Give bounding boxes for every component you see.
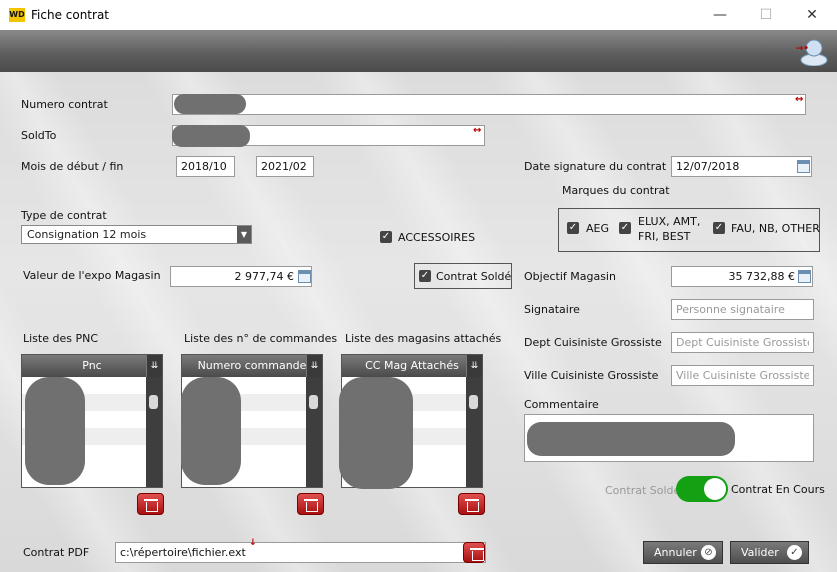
form-area: Numero contrat ↔ SoldTo ↔ Mois de début … <box>0 72 837 572</box>
marque-fau-label: FAU, NB, OTHER <box>731 222 820 235</box>
marque-aeg-label: AEG <box>586 222 609 235</box>
contrat-pdf-input[interactable] <box>115 542 486 563</box>
commandes-list[interactable]: Numero commande ⇊ <box>181 354 323 488</box>
soldto-label: SoldTo <box>21 129 57 142</box>
delete-magasin-button[interactable] <box>458 493 485 515</box>
accessoires-checkbox[interactable]: ✓ <box>380 231 392 243</box>
valeur-expo-label: Valeur de l'expo Magasin <box>23 269 161 282</box>
valeur-expo-input[interactable] <box>170 266 312 287</box>
marques-label: Marques du contrat <box>562 184 670 197</box>
header-banner: →• <box>0 30 837 72</box>
scrollbar[interactable] <box>466 377 482 487</box>
pnc-column-header[interactable]: Pnc <box>22 355 162 377</box>
check-icon: ✓ <box>787 545 802 560</box>
redacted-value <box>174 94 246 114</box>
pdf-folder-button[interactable] <box>463 542 485 563</box>
commandes-list-title: Liste des n° de commandes <box>184 332 338 345</box>
mois-fin-input[interactable] <box>256 156 314 177</box>
type-contrat-label: Type de contrat <box>21 209 107 222</box>
numero-contrat-label: Numero contrat <box>21 98 108 111</box>
redacted-value <box>181 377 241 485</box>
redacted-value <box>172 125 250 147</box>
magasins-list[interactable]: CC Mag Attachés ⇊ <box>339 354 483 489</box>
magasin-column-label: CC Mag Attachés <box>365 359 459 372</box>
chevron-down-icon[interactable]: ▼ <box>237 226 251 243</box>
sort-icon[interactable]: ⇊ <box>466 355 482 377</box>
scroll-thumb[interactable] <box>469 395 478 409</box>
magasin-column-header[interactable]: CC Mag Attachés <box>342 355 482 377</box>
annuler-button[interactable]: Annuler ⊘ <box>643 541 723 564</box>
objectif-input[interactable] <box>671 266 813 287</box>
marque-elux-label-2: FRI, BEST <box>638 230 691 243</box>
signataire-label: Signataire <box>524 303 580 316</box>
close-button[interactable]: ✕ <box>789 0 835 30</box>
drop-arrow-icon: ↓ <box>249 538 257 548</box>
maximize-button[interactable]: ☐ <box>743 0 789 30</box>
pnc-list-title: Liste des PNC <box>23 332 99 345</box>
sort-icon[interactable]: ⇊ <box>146 355 162 377</box>
window-title: Fiche contrat <box>31 8 110 22</box>
type-contrat-select[interactable]: Consignation 12 mois ▼ <box>21 225 252 244</box>
toggle-knob <box>704 478 726 500</box>
dept-input[interactable] <box>671 332 814 353</box>
marque-elux-label-1: ELUX, AMT, <box>638 215 701 228</box>
contrat-solde-label: Contrat Soldé <box>436 270 512 283</box>
ville-input[interactable] <box>671 365 814 386</box>
accessoires-label: ACCESSOIRES <box>398 231 476 244</box>
contrat-pdf-label: Contrat PDF <box>23 546 90 559</box>
magasins-list-title: Liste des magasins attachés <box>345 332 502 345</box>
toggle-off-label: Contrat Soldé <box>605 484 681 497</box>
calculator-icon[interactable] <box>298 270 311 283</box>
date-signature-label: Date signature du contrat <box>524 160 667 173</box>
minimize-button[interactable]: — <box>697 0 743 30</box>
marque-aeg-checkbox[interactable]: ✓ <box>567 222 579 234</box>
pnc-list[interactable]: Pnc ⇊ <box>21 354 163 488</box>
date-signature-input[interactable] <box>671 156 812 177</box>
numero-contrat-input[interactable] <box>172 94 806 115</box>
app-logo-icon: WD <box>9 8 25 22</box>
redacted-value <box>25 377 85 485</box>
cancel-icon: ⊘ <box>701 545 716 560</box>
link-arrow-icon[interactable]: ↔ <box>795 94 803 105</box>
calendar-icon[interactable] <box>797 160 810 173</box>
dept-label: Dept Cuisiniste Grossiste <box>524 336 662 349</box>
objectif-label: Objectif Magasin <box>524 270 616 283</box>
contrat-status-toggle[interactable] <box>676 476 728 502</box>
toggle-on-label: Contrat En Cours <box>731 483 825 496</box>
pnc-column-label: Pnc <box>82 359 102 372</box>
signataire-input[interactable] <box>671 299 814 320</box>
delete-pnc-button[interactable] <box>137 493 164 515</box>
delete-commande-button[interactable] <box>297 493 324 515</box>
commande-column-header[interactable]: Numero commande <box>182 355 322 377</box>
sort-icon[interactable]: ⇊ <box>306 355 322 377</box>
contrat-solde-checkbox[interactable]: ✓ <box>419 270 431 282</box>
type-contrat-value: Consignation 12 mois <box>27 228 147 241</box>
mois-label: Mois de début / fin <box>21 160 124 173</box>
commande-column-label: Numero commande <box>197 359 307 372</box>
redacted-value <box>527 422 735 456</box>
title-bar: WD Fiche contrat — ☐ ✕ <box>0 0 837 30</box>
redacted-value <box>339 377 413 489</box>
link-arrow-icon[interactable]: ↔ <box>473 125 481 136</box>
marque-fau-checkbox[interactable]: ✓ <box>713 222 725 234</box>
marque-elux-checkbox[interactable]: ✓ <box>619 222 631 234</box>
commentaire-label: Commentaire <box>524 398 599 411</box>
scroll-thumb[interactable] <box>309 395 318 409</box>
annuler-label: Annuler <box>654 546 697 559</box>
valider-label: Valider <box>741 546 779 559</box>
scrollbar[interactable] <box>146 377 162 487</box>
calculator-icon[interactable] <box>798 270 811 283</box>
ville-label: Ville Cuisiniste Grossiste <box>524 369 659 382</box>
scrollbar[interactable] <box>306 377 322 487</box>
scroll-thumb[interactable] <box>149 395 158 409</box>
link-arrow-icon: →• <box>795 44 809 54</box>
valider-button[interactable]: Valider ✓ <box>730 541 809 564</box>
mois-debut-input[interactable] <box>176 156 235 177</box>
